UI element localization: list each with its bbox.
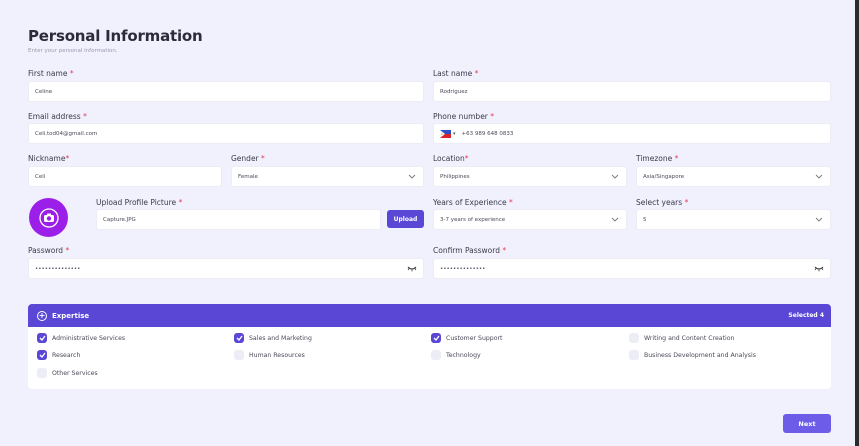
phone-field[interactable]: ▾ +63 989 648 0833 (433, 123, 831, 144)
nickname-label: Nickname* (28, 154, 70, 163)
expertise-option[interactable]: Business Development and Analysis (629, 350, 756, 360)
expertise-option[interactable]: Research (37, 350, 80, 360)
expertise-option-label: Other Services (52, 369, 98, 377)
chevron-down-icon (812, 213, 826, 227)
checkbox-checked-icon[interactable] (234, 333, 244, 343)
expertise-option-label: Research (52, 351, 81, 359)
gender-select[interactable]: Female (231, 166, 424, 187)
chevron-down-icon (812, 170, 826, 184)
chevron-down-icon (405, 170, 419, 184)
experience-select[interactable]: 3-7 years of experience (433, 209, 627, 230)
expertise-option[interactable]: Other Services (37, 368, 98, 378)
confirm-password-field[interactable]: •••••••••••••• (433, 258, 831, 279)
expertise-title: Expertise (52, 311, 90, 320)
expertise-option[interactable]: Administrative Services (37, 333, 125, 343)
expertise-option[interactable]: Writing and Content Creation (629, 333, 734, 343)
first-name-input[interactable]: Celine (28, 81, 424, 102)
checkbox-icon[interactable] (431, 350, 441, 360)
expertise-option-label: Business Development and Analysis (644, 351, 756, 359)
last-name-input[interactable]: Rodriguez (433, 81, 831, 102)
select-years-select[interactable]: 5 (636, 209, 831, 230)
expertise-option-label: Customer Support (446, 334, 503, 342)
chevron-down-icon (608, 170, 622, 184)
checkbox-icon[interactable] (629, 350, 639, 360)
email-field[interactable]: Celi.tod04@gmail.com (28, 123, 424, 144)
profile-picture-input[interactable]: Capture.JPG (96, 209, 381, 230)
window-scrollbar[interactable] (855, 0, 859, 446)
timezone-label: Timezone * (636, 154, 679, 163)
expertise-option[interactable]: Sales and Marketing (234, 333, 312, 343)
page-subtitle: Enter your personal information. (28, 48, 118, 54)
gender-label: Gender * (231, 154, 265, 163)
camera-icon (38, 207, 59, 228)
phone-label: Phone number * (433, 112, 495, 121)
password-label: Password * (28, 246, 70, 255)
expertise-header[interactable]: + Expertise Selected 4 (28, 304, 831, 327)
checkbox-checked-icon[interactable] (37, 350, 47, 360)
chevron-down-icon (608, 213, 622, 227)
expertise-option-label: Writing and Content Creation (644, 334, 735, 342)
eye-closed-icon[interactable] (405, 262, 419, 276)
checkbox-icon[interactable] (629, 333, 639, 343)
confirm-password-label: Confirm Password * (433, 246, 507, 255)
checkbox-icon[interactable] (37, 368, 47, 378)
chevron-down-icon: ▾ (453, 130, 456, 137)
expertise-panel: + Expertise Selected 4 Administrative Se… (28, 304, 831, 389)
avatar[interactable] (29, 198, 68, 237)
plus-circle-icon: + (37, 310, 47, 321)
checkbox-checked-icon[interactable] (37, 333, 47, 343)
last-name-label: Last name * (433, 69, 479, 78)
location-select[interactable]: Philippines (433, 166, 627, 187)
email-label: Email address * (28, 112, 87, 121)
eye-closed-icon[interactable] (812, 262, 826, 276)
expertise-option[interactable]: Technology (431, 350, 481, 360)
expertise-option-label: Administrative Services (52, 334, 126, 342)
expertise-option[interactable]: Customer Support (431, 333, 502, 343)
next-button[interactable]: Next (783, 414, 831, 433)
expertise-option-label: Technology (446, 351, 481, 359)
philippines-flag-icon[interactable] (440, 129, 451, 138)
expertise-option-label: Sales and Marketing (249, 334, 312, 342)
expertise-option-label: Human Resources (249, 351, 305, 359)
timezone-select[interactable]: Asia/Singapore (636, 166, 831, 187)
location-label: Location* (433, 154, 469, 163)
profile-picture-label: Upload Profile Picture * (96, 198, 183, 207)
selected-count: Selected 4 (788, 312, 824, 319)
password-field[interactable]: •••••••••••••• (28, 258, 424, 279)
checkbox-icon[interactable] (234, 350, 244, 360)
nickname-input[interactable]: Celi (28, 166, 222, 187)
upload-button[interactable]: Upload (387, 210, 424, 228)
select-years-label: Select years * (636, 198, 689, 207)
experience-label: Years of Experience * (433, 198, 513, 207)
checkbox-checked-icon[interactable] (431, 333, 441, 343)
first-name-label: First name * (28, 69, 74, 78)
page-title: Personal Information (28, 27, 203, 45)
expertise-option[interactable]: Human Resources (234, 350, 305, 360)
